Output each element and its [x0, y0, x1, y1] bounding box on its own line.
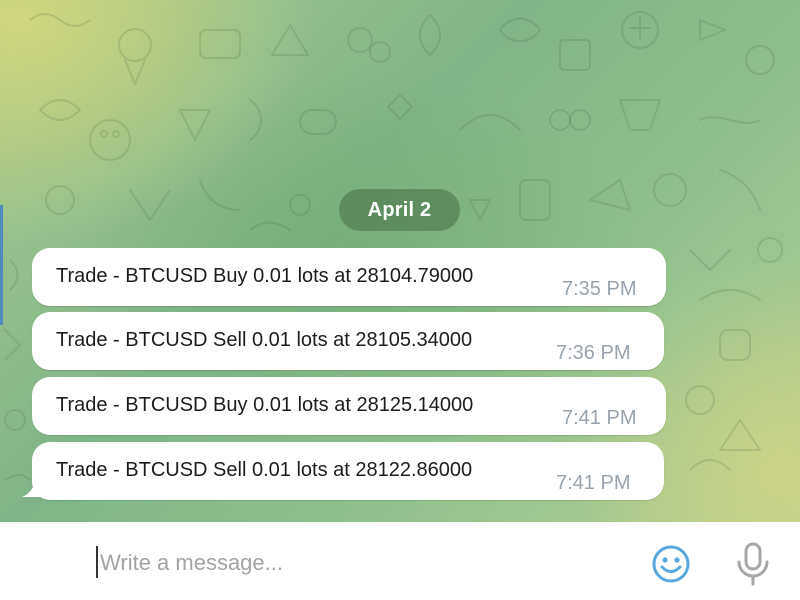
- chat-history[interactable]: April 2 Trade - BTCUSD Buy 0.01 lots at …: [0, 0, 800, 522]
- message-text: Trade - BTCUSD Buy 0.01 lots at 28125.14…: [56, 394, 474, 416]
- message-bubble-tail: [22, 473, 44, 497]
- message-text: Trade - BTCUSD Sell 0.01 lots at 28122.8…: [56, 459, 473, 481]
- message-text: Trade - BTCUSD Sell 0.01 lots at 28105.3…: [56, 329, 473, 351]
- date-separator: April 2: [339, 189, 460, 231]
- message-bubble[interactable]: Trade - BTCUSD Buy 0.01 lots at 28125.14…: [32, 377, 666, 435]
- text-cursor: [96, 546, 98, 578]
- message-bubble[interactable]: Trade - BTCUSD Sell 0.01 lots at 28122.8…: [32, 442, 664, 500]
- window-edge-indicator: [0, 205, 3, 325]
- message-bubble[interactable]: Trade - BTCUSD Sell 0.01 lots at 28105.3…: [32, 312, 664, 370]
- message-time: 7:35 PM: [562, 278, 637, 300]
- message-time: 7:41 PM: [562, 407, 637, 429]
- date-separator-label: April 2: [367, 198, 432, 221]
- message-time: 7:36 PM: [556, 342, 631, 364]
- message-input[interactable]: [100, 548, 620, 578]
- message-time: 7:41 PM: [556, 472, 631, 494]
- message-text: Trade - BTCUSD Buy 0.01 lots at 28104.79…: [56, 265, 474, 287]
- message-bubble[interactable]: Trade - BTCUSD Buy 0.01 lots at 28104.79…: [32, 248, 666, 306]
- smiley-icon[interactable]: [650, 543, 692, 585]
- microphone-icon[interactable]: [733, 540, 773, 588]
